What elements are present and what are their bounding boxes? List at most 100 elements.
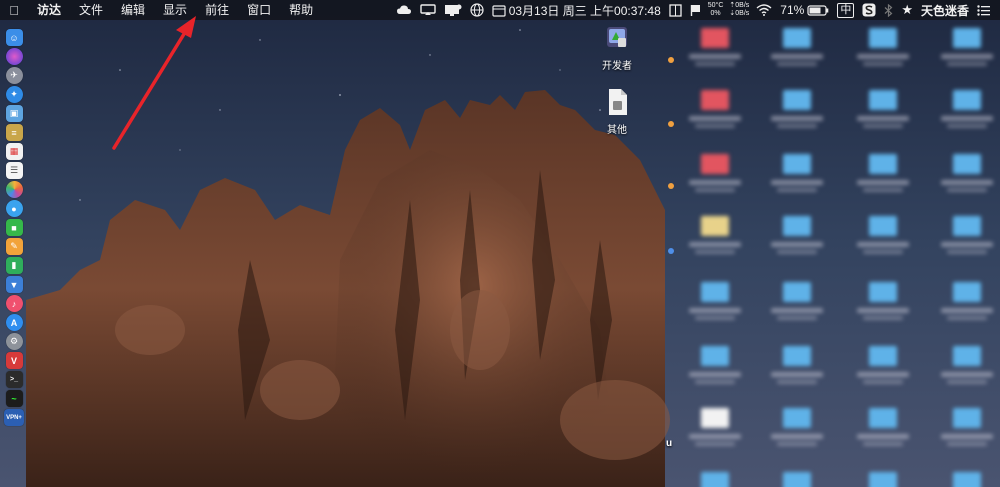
calendar-icon[interactable]: ▦ <box>5 143 23 160</box>
system-preferences-icon[interactable]: ⚙ <box>5 333 23 350</box>
numbers-icon[interactable]: ▮ <box>5 257 23 274</box>
bluetooth-icon[interactable] <box>880 0 897 20</box>
blurred-file[interactable] <box>767 154 827 192</box>
net-down-text: 0B/s <box>735 10 750 17</box>
photos-icon[interactable] <box>5 181 23 198</box>
sogou-input-icon[interactable] <box>858 0 880 20</box>
menu-go[interactable]: 前往 <box>196 0 238 20</box>
color-tag-dot <box>668 121 674 127</box>
keynote-icon[interactable]: ▼ <box>5 276 23 293</box>
datetime-group[interactable]: 03月13日 周三 上午00:37:48 <box>488 0 665 20</box>
blurred-file[interactable] <box>853 216 913 254</box>
blurred-file[interactable] <box>853 346 913 384</box>
blurred-file[interactable] <box>937 28 997 66</box>
color-tag-dot <box>668 57 674 63</box>
input-method-text: 中 <box>837 2 855 18</box>
blurred-file[interactable] <box>685 282 745 320</box>
blurred-file[interactable] <box>767 90 827 128</box>
blurred-file[interactable] <box>937 408 997 446</box>
blurred-file[interactable] <box>853 154 913 192</box>
battery-percent: 71% <box>780 3 805 17</box>
color-tag-dot <box>668 183 674 189</box>
blurred-file[interactable] <box>853 408 913 446</box>
blurred-file[interactable] <box>685 408 745 446</box>
notes-icon[interactable]: ≡ <box>5 124 23 141</box>
blurred-file[interactable] <box>685 28 745 66</box>
desktop-icon-other[interactable]: 其他 <box>592 88 642 136</box>
blurred-file[interactable] <box>767 346 827 384</box>
safari-icon[interactable]: ✦ <box>5 86 23 103</box>
blurred-desktop-files <box>665 20 1000 487</box>
monitor-icon[interactable] <box>440 0 466 20</box>
blurred-file[interactable] <box>685 154 745 192</box>
battery-group[interactable]: 71% <box>776 0 833 20</box>
vivaldi-icon[interactable]: V <box>5 352 23 369</box>
menu-window[interactable]: 窗口 <box>238 0 280 20</box>
siri-icon[interactable] <box>5 48 23 65</box>
menu-app-name[interactable]: 访达 <box>28 0 70 20</box>
blurred-file[interactable] <box>685 346 745 384</box>
activity-monitor-icon[interactable]: ~ <box>5 390 23 407</box>
launchpad-icon[interactable]: ✈ <box>5 67 23 84</box>
notification-center-icon[interactable] <box>973 0 994 20</box>
blurred-file[interactable] <box>853 472 913 487</box>
blurred-file[interactable] <box>853 28 913 66</box>
blurred-file[interactable] <box>937 216 997 254</box>
app-switcher-icon[interactable] <box>665 0 686 20</box>
developer-app-icon <box>607 27 627 47</box>
desktop-icon-label: 开发者 <box>602 61 632 72</box>
desktop-icon-developer[interactable]: 开发者 <box>592 24 642 72</box>
desktop-icon-label: 其他 <box>607 125 627 136</box>
calendar-icon <box>492 4 506 17</box>
flag-icon[interactable] <box>686 0 705 20</box>
vpn-icon[interactable]: VPN+ <box>4 409 24 426</box>
blurred-file[interactable] <box>937 282 997 320</box>
menu-edit[interactable]: 编辑 <box>112 0 154 20</box>
blurred-file[interactable] <box>685 472 745 487</box>
blurred-file[interactable] <box>767 282 827 320</box>
cloud-status-icon[interactable] <box>392 0 416 20</box>
desktop-edge-label: u <box>666 438 673 449</box>
terminal-icon[interactable]: >_ <box>5 371 23 388</box>
temperature-cpu-readout[interactable]: 50°C 0% <box>705 2 727 18</box>
blurred-file[interactable] <box>767 408 827 446</box>
star-icon[interactable]: ★ <box>897 0 917 20</box>
blurred-file[interactable] <box>685 216 745 254</box>
screen-mirroring-icon[interactable] <box>416 0 440 20</box>
blurred-file[interactable] <box>853 90 913 128</box>
temperature-text: 50°C <box>707 2 724 9</box>
finder-icon[interactable]: ☺ <box>5 29 23 46</box>
network-speed-readout[interactable]: ⇡0B/s ⇣0B/s <box>726 2 752 18</box>
blurred-file[interactable] <box>853 282 913 320</box>
blurred-file[interactable] <box>767 216 827 254</box>
color-tag-dot <box>668 248 674 254</box>
menu-help[interactable]: 帮助 <box>280 0 322 20</box>
net-up-text: 0B/s <box>735 2 750 9</box>
app-store-icon[interactable]: A <box>5 314 23 331</box>
menu-bar:  访达 文件 编辑 显示 前往 窗口 帮助 03月13日 周三 上午00:37… <box>0 0 1000 20</box>
blurred-file[interactable] <box>937 346 997 384</box>
pages-icon[interactable]: ✎ <box>5 238 23 255</box>
input-method-indicator[interactable]: 中 <box>833 0 858 20</box>
menu-view[interactable]: 显示 <box>154 0 196 20</box>
blurred-file[interactable] <box>767 28 827 66</box>
wifi-icon[interactable] <box>752 0 776 20</box>
document-file-icon <box>609 89 627 115</box>
blurred-file[interactable] <box>767 472 827 487</box>
apple-menu-icon[interactable]:  <box>0 3 28 18</box>
messages-icon[interactable]: ● <box>5 200 23 217</box>
blurred-file[interactable] <box>937 154 997 192</box>
user-name[interactable]: 天色迷香 <box>917 0 973 20</box>
dock: ☺ ✈ ✦ ▣ ≡ ▦ ☰ ● ■ ✎ ▮ ▼ ♪ A ⚙ V >_ ~ VPN… <box>3 29 25 487</box>
preview-icon[interactable]: ▣ <box>5 105 23 122</box>
blurred-file[interactable] <box>685 90 745 128</box>
blurred-file[interactable] <box>937 90 997 128</box>
blurred-file[interactable] <box>937 472 997 487</box>
music-icon[interactable]: ♪ <box>5 295 23 312</box>
battery-icon <box>807 4 829 16</box>
reminders-icon[interactable]: ☰ <box>5 162 23 179</box>
menu-file[interactable]: 文件 <box>70 0 112 20</box>
globe-icon[interactable] <box>466 0 488 20</box>
facetime-icon[interactable]: ■ <box>5 219 23 236</box>
datetime-text: 03月13日 周三 上午00:37:48 <box>508 3 661 18</box>
